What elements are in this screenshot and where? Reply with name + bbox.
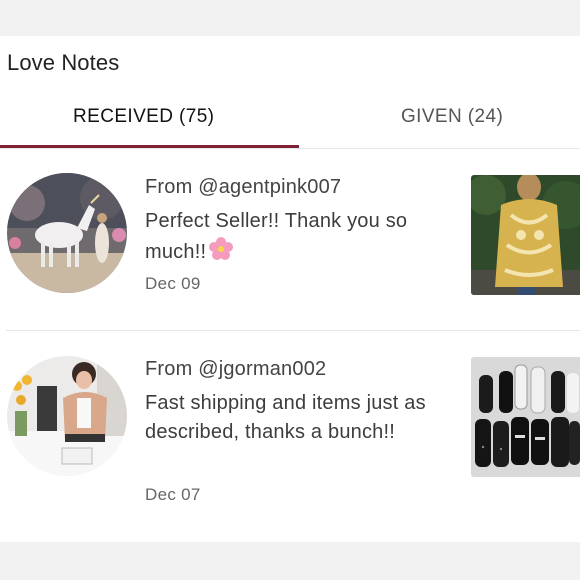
page-title: Love Notes xyxy=(7,50,120,75)
tab-given[interactable]: GIVEN (24) xyxy=(401,106,503,128)
avatar[interactable] xyxy=(7,173,127,293)
note-sender[interactable]: From @jgorman002 xyxy=(145,358,326,381)
tab-received[interactable]: RECEIVED (75) xyxy=(73,106,214,128)
item-thumbnail[interactable] xyxy=(471,357,580,477)
avatar[interactable] xyxy=(7,356,127,476)
note-message: Perfect Seller!! Thank you so much!! xyxy=(145,207,445,271)
note-message: Fast shipping and items just as describe… xyxy=(145,392,426,443)
cherry-blossom-icon xyxy=(208,236,234,271)
row-divider xyxy=(6,330,580,331)
love-notes-card: Love Notes RECEIVED (75) GIVEN (24) From… xyxy=(0,36,580,542)
tab-divider xyxy=(0,148,580,149)
item-thumbnail[interactable] xyxy=(471,175,580,295)
tab-bar: RECEIVED (75) GIVEN (24) xyxy=(0,94,580,146)
love-note-item[interactable]: From @agentpink007 Perfect Seller!! Than… xyxy=(0,172,580,332)
note-date: Dec 07 xyxy=(145,485,201,504)
love-note-item[interactable]: From @jgorman002 Fast shipping and items… xyxy=(0,354,580,514)
note-sender[interactable]: From @agentpink007 xyxy=(145,176,341,199)
note-date: Dec 09 xyxy=(145,274,201,293)
